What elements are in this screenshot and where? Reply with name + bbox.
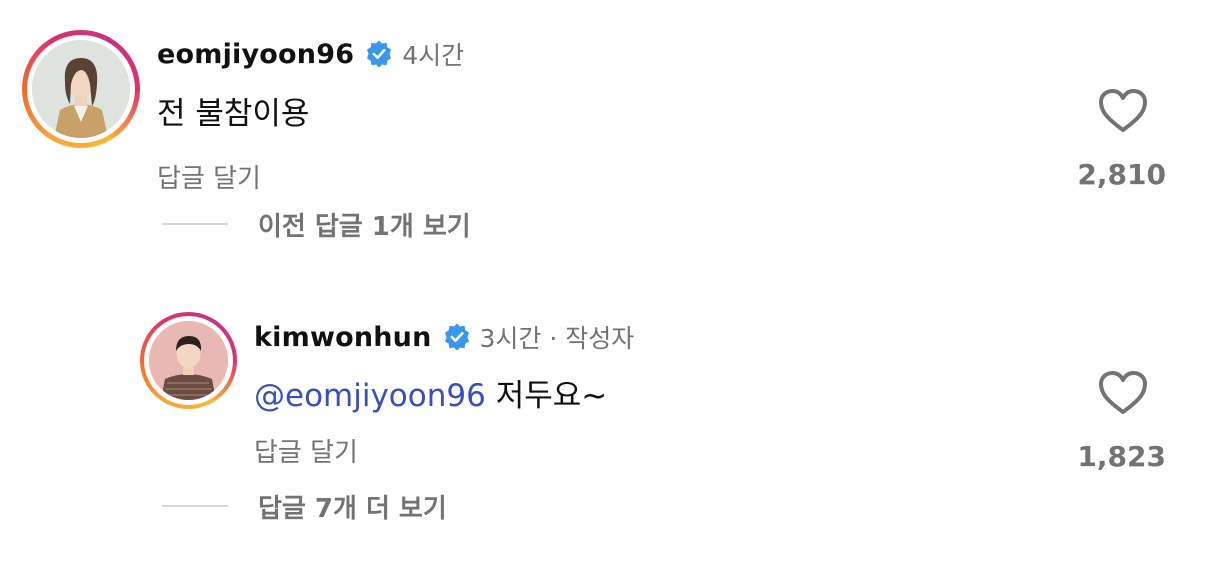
comment-text: 전 불참이용 bbox=[157, 96, 310, 132]
view-replies-label: 이전 답글 1개 보기 bbox=[258, 211, 471, 242]
man-avatar-icon bbox=[149, 321, 228, 400]
view-more-replies-button[interactable]: 답글 7개 더 보기 bbox=[162, 486, 447, 526]
view-replies-button[interactable]: 이전 답글 1개 보기 bbox=[162, 204, 471, 244]
like-count: 1,823 bbox=[1077, 440, 1166, 473]
mention-link[interactable]: @eomjiyoon96 bbox=[254, 378, 486, 414]
comment-text: @eomjiyoon96 저두요~ bbox=[254, 370, 607, 415]
reply-button[interactable]: 답글 달기 bbox=[157, 158, 261, 195]
woman-avatar-icon bbox=[32, 40, 130, 138]
reply-button[interactable]: 답글 달기 bbox=[254, 432, 358, 469]
heart-icon[interactable] bbox=[1098, 370, 1148, 416]
comment-header: eomjiyoon96 4시간 bbox=[157, 34, 464, 74]
verified-badge-icon bbox=[367, 40, 392, 68]
timestamp: 4시간 bbox=[402, 41, 465, 70]
reply-comment: kimwonhun 3시간 · 작성자 @eomjiyoon96 저두요~ 답글… bbox=[0, 290, 1206, 566]
timestamp-author: 3시간 · 작성자 bbox=[479, 324, 635, 353]
divider bbox=[162, 505, 228, 507]
avatar[interactable] bbox=[149, 321, 228, 400]
divider bbox=[162, 223, 228, 225]
username[interactable]: kimwonhun bbox=[254, 322, 432, 353]
comment-message: 저두요~ bbox=[495, 378, 608, 414]
avatar[interactable] bbox=[32, 40, 130, 138]
heart-icon[interactable] bbox=[1098, 88, 1148, 134]
like-count: 2,810 bbox=[1077, 158, 1166, 191]
username[interactable]: eomjiyoon96 bbox=[157, 39, 354, 70]
view-replies-label: 답글 7개 더 보기 bbox=[258, 493, 447, 524]
verified-badge-icon bbox=[444, 323, 469, 351]
comment: eomjiyoon96 4시간 전 불참이용 답글 달기 이전 답글 1개 보기… bbox=[0, 0, 1206, 270]
comment-header: kimwonhun 3시간 · 작성자 bbox=[254, 318, 634, 356]
